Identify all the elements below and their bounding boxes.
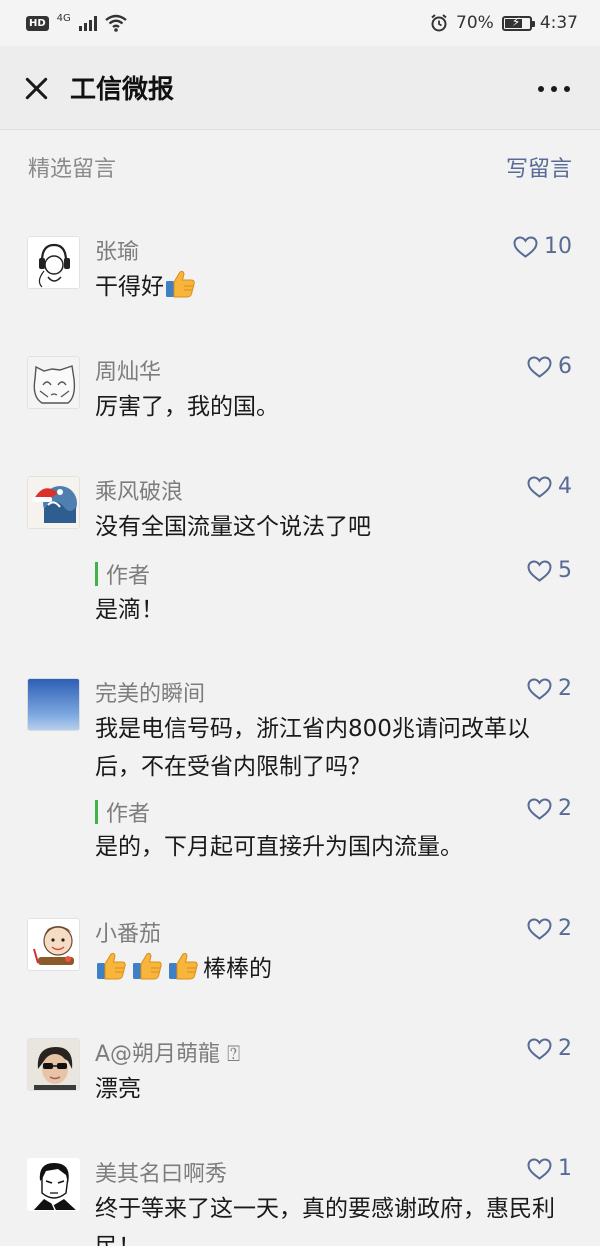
hd-badge: HD — [26, 15, 49, 31]
avatar[interactable] — [27, 678, 80, 731]
close-icon[interactable] — [22, 73, 52, 103]
commenter-name[interactable]: 周灿华 — [95, 354, 161, 386]
like-button[interactable]: 2 — [527, 1036, 572, 1061]
author-bar — [95, 800, 98, 824]
battery-icon: ⚡ — [501, 15, 535, 31]
like-count: 6 — [558, 354, 572, 379]
heart-icon — [527, 797, 552, 820]
nav-bar: 工信微报 — [0, 46, 600, 130]
like-button[interactable]: 2 — [527, 676, 572, 701]
avatar[interactable] — [27, 236, 80, 289]
comment-text: 干得好 — [95, 268, 565, 306]
comment-text: 终于等来了这一天，真的要感谢政府，惠民利民！ — [95, 1196, 555, 1246]
like-button[interactable]: 10 — [513, 234, 572, 259]
like-button[interactable]: 2 — [527, 916, 572, 941]
signal-icon — [78, 15, 97, 31]
battery-percent: 70% — [456, 13, 494, 33]
avatar[interactable] — [27, 1038, 80, 1091]
thumbs-up-icon — [97, 952, 126, 980]
heart-icon — [527, 1157, 552, 1180]
like-count: 2 — [558, 676, 572, 701]
author-reply-text: 是的，下月起可直接升为国内流量。 — [95, 834, 463, 860]
comment-text: 没有全国流量这个说法了吧 — [95, 514, 371, 540]
commenter-name[interactable]: 美其名曰啊秀 — [95, 1156, 227, 1188]
heart-icon — [527, 1037, 552, 1060]
author-reply-text: 是滴！ — [95, 597, 164, 623]
author-reply-tag: 作者 — [95, 558, 150, 590]
comments-header: 精选留言 写留言 — [0, 130, 600, 204]
reply-like-button[interactable]: 2 — [527, 796, 572, 821]
heart-icon — [527, 559, 552, 582]
commenter-name[interactable]: 张瑜 — [95, 234, 139, 266]
wifi-icon — [105, 14, 127, 32]
status-bar: HD 4G 70% ⚡ 4:37 — [0, 0, 600, 46]
comment-text-value: 棒棒的 — [203, 956, 272, 982]
network-type: 4G — [56, 12, 71, 24]
like-button[interactable]: 1 — [527, 1156, 572, 1181]
comment-text: 我是电信号码，浙江省内800兆请问改革以后，不在受省内限制了吗？ — [95, 716, 530, 780]
like-count: 2 — [558, 796, 572, 821]
avatar[interactable] — [27, 1158, 80, 1211]
heart-icon — [527, 355, 552, 378]
write-comment-button[interactable]: 写留言 — [506, 151, 572, 183]
alarm-icon — [431, 14, 447, 32]
author-label: 作者 — [106, 802, 151, 827]
like-count: 4 — [558, 474, 572, 499]
commenter-name[interactable]: 乘风破浪 — [95, 474, 183, 506]
like-count: 5 — [558, 558, 572, 583]
reply-like-button[interactable]: 5 — [527, 558, 572, 583]
heart-icon — [527, 917, 552, 940]
like-count: 2 — [558, 916, 572, 941]
avatar[interactable] — [27, 476, 80, 529]
like-button[interactable]: 6 — [527, 354, 572, 379]
page-title: 工信微报 — [70, 75, 175, 105]
heart-icon — [527, 677, 552, 700]
featured-comments-title: 精选留言 — [28, 157, 117, 182]
avatar[interactable] — [27, 918, 80, 971]
commenter-name[interactable]: A@朔月萌龍 ⍰ — [95, 1036, 240, 1068]
like-count: 2 — [558, 1036, 572, 1061]
commenter-name[interactable]: 小番茄 — [95, 916, 161, 948]
more-options-icon[interactable] — [538, 86, 570, 92]
like-count: 1 — [558, 1156, 572, 1181]
author-bar — [95, 562, 98, 586]
heart-icon — [513, 235, 538, 258]
thumbs-up-icon — [166, 270, 195, 298]
comment-text: 漂亮 — [95, 1076, 141, 1102]
like-button[interactable]: 4 — [527, 474, 572, 499]
author-reply-tag: 作者 — [95, 796, 150, 828]
thumbs-up-icon — [133, 952, 162, 980]
comment-text-value: 干得好 — [95, 274, 164, 300]
like-count: 10 — [544, 234, 572, 259]
thumbs-up-icon — [169, 952, 198, 980]
comment-text: 棒棒的 — [95, 950, 565, 988]
heart-icon — [527, 475, 552, 498]
author-label: 作者 — [106, 564, 151, 589]
avatar[interactable] — [27, 356, 80, 409]
commenter-name[interactable]: 完美的瞬间 — [95, 676, 205, 708]
comment-text: 厉害了，我的国。 — [95, 394, 279, 420]
clock: 4:37 — [539, 13, 578, 33]
